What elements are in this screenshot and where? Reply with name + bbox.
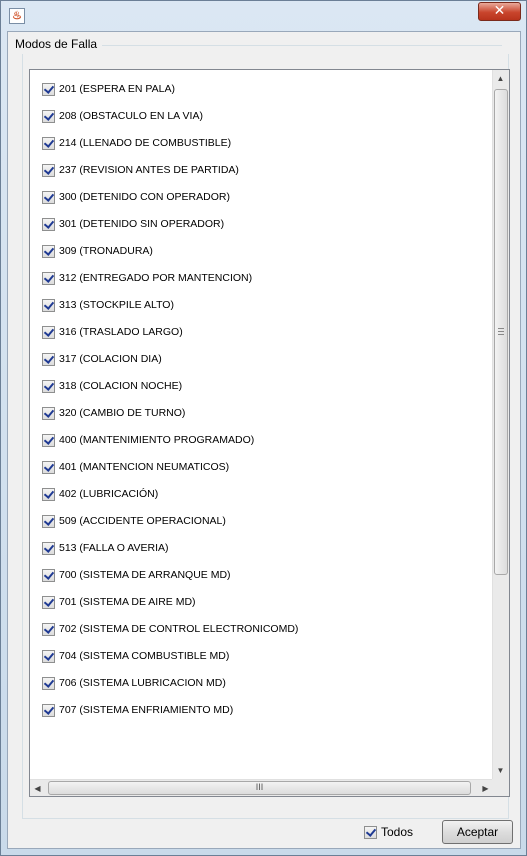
failure-mode-item[interactable]: 320 (CAMBIO DE TURNO) [42,405,185,421]
failure-mode-item[interactable]: 509 (ACCIDENTE OPERACIONAL) [42,513,226,529]
failure-mode-item[interactable]: 316 (TRASLADO LARGO) [42,324,183,340]
vertical-scroll-thumb[interactable] [494,89,508,575]
failure-mode-label: 208 (OBSTACULO EN LA VIA) [59,110,203,122]
failure-mode-label: 702 (SISTEMA DE CONTROL ELECTRONICOMD) [59,623,299,635]
checkbox[interactable] [42,82,55,96]
failure-mode-label: 701 (SISTEMA DE AIRE MD) [59,596,196,608]
checkbox[interactable] [42,568,55,582]
checkbox[interactable] [42,379,55,393]
close-icon: ✕ [493,3,506,19]
failure-mode-label: 316 (TRASLADO LARGO) [59,326,183,338]
scrollbar-corner [492,779,509,796]
failure-mode-label: 707 (SISTEMA ENFRIAMIENTO MD) [59,704,234,716]
checkbox[interactable] [42,109,55,123]
failure-mode-label: 513 (FALLA O AVERIA) [59,542,169,554]
checkbox[interactable] [42,244,55,258]
checkbox[interactable] [42,595,55,609]
failure-mode-item[interactable]: 318 (COLACION NOCHE) [42,378,182,394]
failure-mode-label: 400 (MANTENIMIENTO PROGRAMADO) [59,434,255,446]
checkbox[interactable] [42,325,55,339]
failure-mode-item[interactable]: 701 (SISTEMA DE AIRE MD) [42,594,196,610]
failure-mode-label: 706 (SISTEMA LUBRICACION MD) [59,677,226,689]
failure-mode-item[interactable]: 702 (SISTEMA DE CONTROL ELECTRONICOMD) [42,621,298,637]
failure-modes-scroll-pane[interactable]: 201 (ESPERA EN PALA) 208 (OBSTACULO EN LA… [29,69,510,797]
checkbox[interactable] [42,406,55,420]
grip-icon [498,328,504,335]
horizontal-scroll-thumb[interactable]: III [48,781,471,795]
failure-mode-label: 201 (ESPERA EN PALA) [59,83,175,95]
scroll-left-icon[interactable]: ◀ [30,780,45,796]
failure-mode-item[interactable]: 201 (ESPERA EN PALA) [42,81,175,97]
failure-mode-label: 300 (DETENIDO CON OPERADOR) [59,191,230,203]
failure-mode-item[interactable]: 313 (STOCKPILE ALTO) [42,297,174,313]
failure-mode-label: 214 (LLENADO DE COMBUSTIBLE) [59,137,232,149]
java-app-icon: ♨ [9,8,25,24]
accept-button[interactable]: Aceptar [442,820,513,844]
failure-mode-item[interactable]: 309 (TRONADURA) [42,243,153,259]
scroll-right-icon[interactable]: ▶ [478,780,493,796]
checkbox[interactable] [42,271,55,285]
failure-mode-label: 313 (STOCKPILE ALTO) [59,299,174,311]
scroll-up-icon[interactable]: ▲ [493,70,508,87]
failure-mode-item[interactable]: 402 (LUBRICACIÓN) [42,486,158,502]
failure-mode-item[interactable]: 700 (SISTEMA DE ARRANQUE MD) [42,567,231,583]
todos-checkbox-box[interactable] [364,825,377,839]
failure-mode-label: 237 (REVISION ANTES DE PARTIDA) [59,164,239,176]
failure-mode-item[interactable]: 208 (OBSTACULO EN LA VIA) [42,108,203,124]
checkbox[interactable] [42,136,55,150]
failure-mode-item[interactable]: 301 (DETENIDO SIN OPERADOR) [42,216,224,232]
failure-mode-item[interactable]: 401 (MANTENCION NEUMATICOS) [42,459,229,475]
failure-mode-item[interactable]: 300 (DETENIDO CON OPERADOR) [42,189,230,205]
failure-mode-item[interactable]: 214 (LLENADO DE COMBUSTIBLE) [42,135,231,151]
checkbox[interactable] [42,352,55,366]
vertical-scrollbar[interactable]: ▲ ▼ [492,70,509,779]
checkbox[interactable] [42,649,55,663]
close-button[interactable]: ✕ [478,2,521,21]
failure-mode-item[interactable]: 704 (SISTEMA COMBUSTIBLE MD) [42,648,229,664]
failure-mode-item[interactable]: 707 (SISTEMA ENFRIAMIENTO MD) [42,702,233,718]
checkbox[interactable] [42,217,55,231]
todos-checkbox[interactable]: Todos [364,825,413,839]
failure-mode-item[interactable]: 706 (SISTEMA LUBRICACION MD) [42,675,226,691]
checkbox[interactable] [42,514,55,528]
content-panel: Modos de Falla 201 (ESPERA EN PALA) 208 (… [7,31,521,849]
dialog-window: ♨ ✕ Modos de Falla 201 (ESPERA EN PALA) 2… [0,0,527,856]
failure-mode-label: 309 (TRONADURA) [59,245,153,257]
checkbox[interactable] [42,298,55,312]
failure-mode-label: 318 (COLACION NOCHE) [59,380,183,392]
checkbox[interactable] [42,163,55,177]
checkbox[interactable] [42,460,55,474]
failure-mode-label: 402 (LUBRICACIÓN) [59,488,159,500]
title-bar[interactable]: ♨ ✕ [1,1,526,31]
group-border-top [102,45,502,46]
failure-mode-label: 509 (ACCIDENTE OPERACIONAL) [59,515,226,527]
failure-mode-label: 401 (MANTENCION NEUMATICOS) [59,461,230,473]
checkbox[interactable] [42,487,55,501]
scroll-down-icon[interactable]: ▼ [493,762,508,779]
failure-mode-label: 317 (COLACION DIA) [59,353,162,365]
failure-mode-label: 301 (DETENIDO SIN OPERADOR) [59,218,225,230]
failure-mode-item[interactable]: 400 (MANTENIMIENTO PROGRAMADO) [42,432,254,448]
checkbox[interactable] [42,541,55,555]
failure-mode-label: 704 (SISTEMA COMBUSTIBLE MD) [59,650,230,662]
checkbox[interactable] [42,622,55,636]
checkbox[interactable] [42,676,55,690]
failure-mode-item[interactable]: 317 (COLACION DIA) [42,351,162,367]
horizontal-scrollbar[interactable]: ◀ III ▶ [30,779,493,796]
failure-mode-label: 320 (CAMBIO DE TURNO) [59,407,186,419]
failure-mode-item[interactable]: 312 (ENTREGADO POR MANTENCION) [42,270,252,286]
checkbox[interactable] [42,190,55,204]
failure-mode-item[interactable]: 513 (FALLA O AVERIA) [42,540,169,556]
failure-mode-item[interactable]: 237 (REVISION ANTES DE PARTIDA) [42,162,239,178]
group-title: Modos de Falla [13,37,100,51]
checkbox[interactable] [42,703,55,717]
checkbox[interactable] [42,433,55,447]
todos-label: Todos [381,825,414,839]
failure-mode-label: 700 (SISTEMA DE ARRANQUE MD) [59,569,231,581]
failure-mode-label: 312 (ENTREGADO POR MANTENCION) [59,272,253,284]
